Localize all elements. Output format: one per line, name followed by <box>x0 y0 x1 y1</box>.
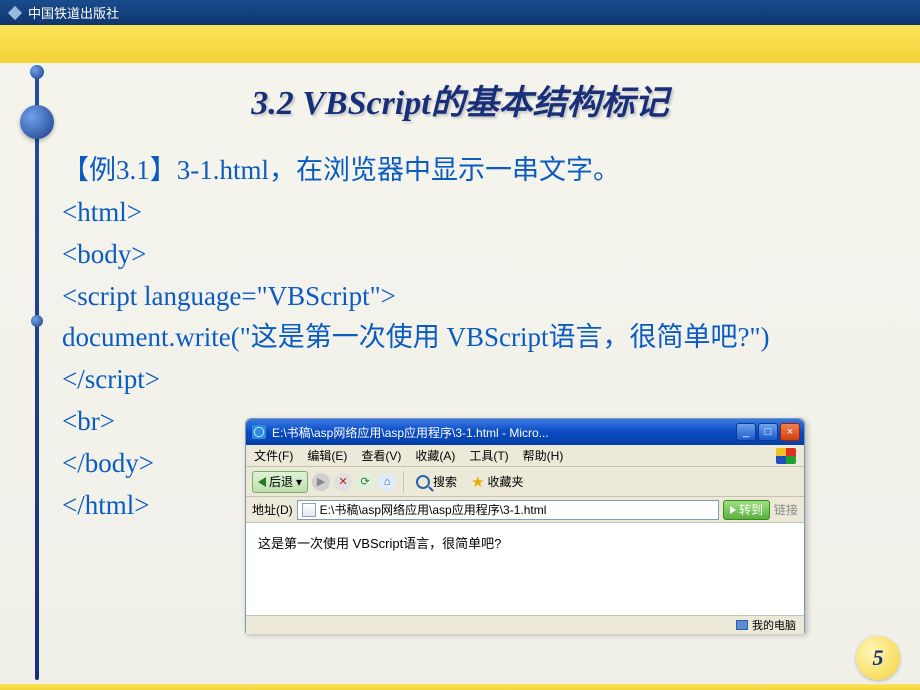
chevron-down-icon: ▾ <box>296 475 302 489</box>
go-label: 转到 <box>739 501 763 518</box>
menu-tools[interactable]: 工具(T) <box>469 447 508 464</box>
code-line: document.write("这是第一次使用 VBScript语言，很简单吧?… <box>62 317 898 359</box>
close-button[interactable]: × <box>780 423 800 441</box>
star-icon: ★ <box>471 473 484 491</box>
publisher-name: 中国铁道出版社 <box>28 3 119 22</box>
menu-file[interactable]: 文件(F) <box>254 447 293 464</box>
publisher-bar: 中国铁道出版社 <box>0 0 920 25</box>
footer-accent <box>0 684 920 690</box>
decorative-rail <box>35 65 39 680</box>
publisher-logo-icon <box>8 5 22 19</box>
header-area: 3.2 VBScript的基本结构标记 <box>0 25 920 135</box>
windows-flag-icon <box>776 448 796 464</box>
address-input[interactable]: E:\书稿\asp网络应用\asp应用程序\3-1.html <box>297 500 719 520</box>
code-line: </script> <box>62 359 898 401</box>
menu-favorites[interactable]: 收藏(A) <box>415 447 455 464</box>
address-bar: 地址(D) E:\书稿\asp网络应用\asp应用程序\3-1.html 转到 … <box>246 497 804 523</box>
code-line: <script language="VBScript"> <box>62 276 898 318</box>
security-zone: 我的电脑 <box>736 617 796 633</box>
zone-label: 我的电脑 <box>752 617 796 633</box>
ie-icon <box>252 425 266 439</box>
slide-title: 3.2 VBScript的基本结构标记 <box>251 75 668 124</box>
toolbar-separator <box>403 471 404 493</box>
back-label: 后退 <box>269 473 293 490</box>
code-line: <body> <box>62 234 898 276</box>
menu-help[interactable]: 帮助(H) <box>523 447 564 464</box>
menu-view[interactable]: 查看(V) <box>361 447 401 464</box>
slide-number: 5 <box>856 636 900 680</box>
browser-statusbar: 我的电脑 <box>246 615 804 634</box>
browser-viewport: 这是第一次使用 VBScript语言，很简单吧? <box>246 523 804 615</box>
computer-icon <box>736 620 748 630</box>
browser-window: E:\书稿\asp网络应用\asp应用程序\3-1.html - Micro..… <box>245 418 805 633</box>
arrow-right-icon <box>730 506 736 514</box>
maximize-button[interactable]: □ <box>758 423 778 441</box>
favorites-button[interactable]: ★ 收藏夹 <box>466 471 528 493</box>
back-button[interactable]: 后退 ▾ <box>252 471 308 493</box>
page-icon <box>302 503 316 517</box>
example-label: 【例3.1】 <box>62 155 177 185</box>
menu-edit[interactable]: 编辑(E) <box>307 447 347 464</box>
search-label: 搜索 <box>433 473 457 490</box>
home-button[interactable]: ⌂ <box>378 473 396 491</box>
search-button[interactable]: 搜索 <box>411 471 462 493</box>
refresh-button[interactable]: ⟳ <box>356 473 374 491</box>
example-description: 3-1.html，在浏览器中显示一串文字。 <box>177 155 620 185</box>
address-value: E:\书稿\asp网络应用\asp应用程序\3-1.html <box>320 501 547 518</box>
window-title: E:\书稿\asp网络应用\asp应用程序\3-1.html - Micro..… <box>272 424 736 441</box>
code-line: <html> <box>62 192 898 234</box>
arrow-left-icon <box>258 477 266 487</box>
rail-dot-icon <box>31 315 43 327</box>
minimize-button[interactable]: _ <box>736 423 756 441</box>
page-output-text: 这是第一次使用 VBScript语言，很简单吧? <box>258 536 501 551</box>
search-icon <box>416 475 430 489</box>
header-accent <box>0 25 920 63</box>
browser-titlebar[interactable]: E:\书稿\asp网络应用\asp应用程序\3-1.html - Micro..… <box>246 419 804 445</box>
links-label[interactable]: 链接 <box>774 501 798 518</box>
forward-button[interactable]: ▶ <box>312 473 330 491</box>
browser-toolbar: 后退 ▾ ▶ ✕ ⟳ ⌂ 搜索 ★ 收藏夹 <box>246 467 804 497</box>
go-button[interactable]: 转到 <box>723 500 770 520</box>
stop-button[interactable]: ✕ <box>334 473 352 491</box>
favorites-label: 收藏夹 <box>488 473 524 490</box>
address-label: 地址(D) <box>252 501 293 518</box>
rail-dot-icon <box>30 65 44 79</box>
browser-menubar: 文件(F) 编辑(E) 查看(V) 收藏(A) 工具(T) 帮助(H) <box>246 445 804 467</box>
